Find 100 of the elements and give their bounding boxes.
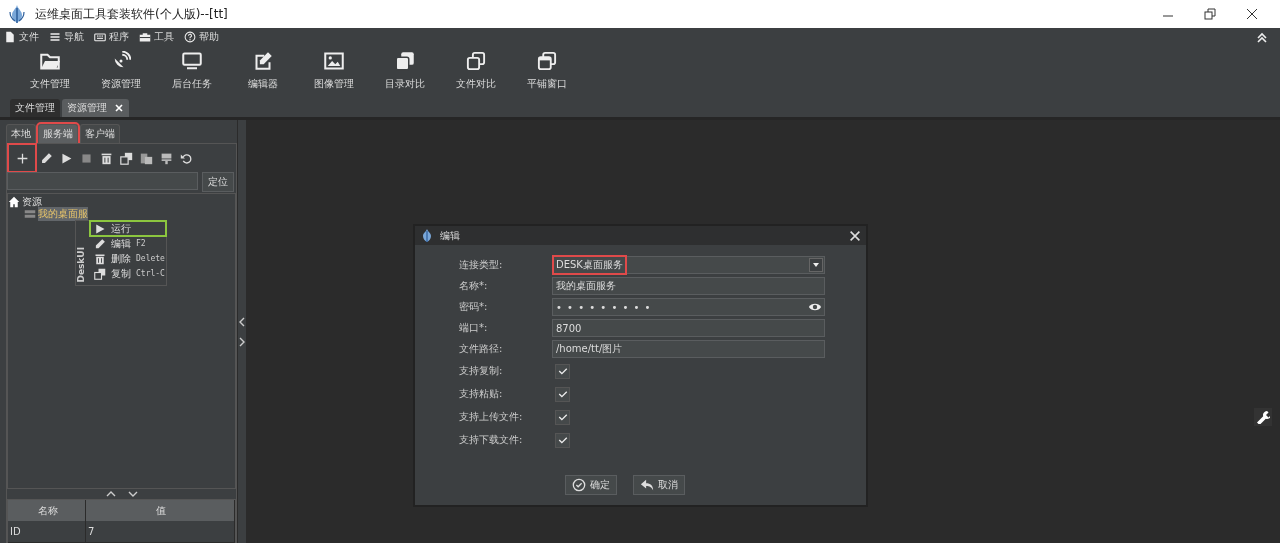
check-icon xyxy=(556,388,569,400)
app-logo xyxy=(7,4,27,24)
menu-item[interactable]: 运行 xyxy=(91,222,165,235)
table-cell: ID xyxy=(8,521,86,543)
expand-up-icon[interactable] xyxy=(105,490,116,498)
shortcut-text: Ctrl-C xyxy=(136,269,165,278)
image-icon xyxy=(323,51,344,71)
toolbar-button[interactable]: 目录对比 xyxy=(369,45,440,97)
copy-icon xyxy=(465,51,486,71)
menu-item[interactable]: 工具 xyxy=(139,29,174,44)
search-field[interactable] xyxy=(7,172,198,190)
reply-icon xyxy=(639,478,654,492)
file-icon xyxy=(4,30,16,43)
field-label: 端口*: xyxy=(459,321,489,335)
panel-tab[interactable]: 客户端 xyxy=(80,124,120,143)
field-label: 密码*: xyxy=(459,300,489,314)
check-icon xyxy=(556,434,569,446)
shortcut-text: F2 xyxy=(136,239,146,248)
menu-item[interactable]: 编辑 F2 xyxy=(91,237,165,250)
close-icon xyxy=(848,228,862,243)
column-header: 名称 xyxy=(8,500,86,522)
dialog-title: 编辑 xyxy=(440,228,461,243)
folder-icon xyxy=(39,51,60,71)
stop-icon xyxy=(80,151,93,165)
checkbox[interactable] xyxy=(555,363,570,379)
stamp-icon xyxy=(160,151,173,165)
document-tab[interactable]: 文件管理 xyxy=(10,99,60,117)
play-icon xyxy=(60,151,73,165)
input-field[interactable]: /home/tt/图片 xyxy=(552,340,825,358)
toolbar-button[interactable]: 平铺窗口 xyxy=(511,45,582,97)
toolbar-button[interactable]: 编辑器 xyxy=(227,45,298,97)
keyboard-icon xyxy=(94,30,106,43)
copy-icon xyxy=(94,267,106,280)
undo-icon xyxy=(180,151,193,165)
settings-button[interactable] xyxy=(1254,408,1272,426)
help-icon xyxy=(184,30,196,43)
collapse-right-icon[interactable] xyxy=(238,336,246,347)
menu-item[interactable]: 导航 xyxy=(49,29,84,44)
field-label: 支持复制: xyxy=(459,364,504,378)
check-circle-icon xyxy=(571,478,586,492)
menu-item[interactable]: 帮助 xyxy=(184,29,219,44)
menu-item[interactable]: 删除 Delete xyxy=(91,252,165,265)
input-field[interactable]: 8700 xyxy=(552,319,825,337)
pencil-icon xyxy=(40,151,53,165)
restore-button[interactable] xyxy=(1202,6,1218,22)
pencil-icon xyxy=(94,237,106,250)
toolbar-button[interactable]: 文件管理 xyxy=(14,45,85,97)
field-label: 支持粘贴: xyxy=(459,387,504,401)
trash-icon xyxy=(100,151,113,165)
checkbox[interactable] xyxy=(555,432,570,448)
menu-item[interactable]: 复制 Ctrl-C xyxy=(91,267,165,280)
trash-icon xyxy=(94,252,106,265)
check-icon xyxy=(556,411,569,423)
toolbar-button[interactable]: 图像管理 xyxy=(298,45,369,97)
field-label: 支持下载文件: xyxy=(459,433,524,447)
collapse-left-icon[interactable] xyxy=(238,316,246,327)
toolbar-button[interactable]: 文件对比 xyxy=(440,45,511,97)
menu-item[interactable]: 文件 xyxy=(4,29,39,44)
toolbar-button[interactable]: 资源管理 xyxy=(85,45,156,97)
close-icon[interactable] xyxy=(114,103,124,113)
table-cell: 7 xyxy=(86,521,235,543)
column-header: 值 xyxy=(86,500,235,522)
input-field[interactable]: 我的桌面服务 xyxy=(552,277,825,295)
field-label: 名称*: xyxy=(459,279,489,293)
field-label: 支持上传文件: xyxy=(459,410,524,424)
monitor-icon xyxy=(181,51,202,71)
check-icon xyxy=(556,365,569,377)
document-tab[interactable]: 资源管理 xyxy=(62,99,129,117)
panel-tab[interactable]: 服务端 xyxy=(38,124,78,143)
checkbox[interactable] xyxy=(555,409,570,425)
window-title: 运维桌面工具套装软件(个人版)--[tt] xyxy=(35,5,229,23)
dropdown[interactable]: DESK桌面服务 xyxy=(552,256,825,274)
dialog-button[interactable]: 确定 xyxy=(564,475,617,495)
close-button[interactable] xyxy=(848,228,862,243)
tree-item[interactable]: 资源 xyxy=(22,195,42,209)
copy-icon xyxy=(394,51,415,71)
menu-icon xyxy=(49,30,61,43)
expand-down-icon[interactable] xyxy=(127,490,138,498)
toolbar-button[interactable]: 后台任务 xyxy=(156,45,227,97)
dialog-button[interactable]: 取消 xyxy=(632,475,685,495)
play-icon xyxy=(94,222,106,235)
windows-icon xyxy=(536,51,557,71)
plus-icon xyxy=(15,151,29,165)
toolbar-button[interactable] xyxy=(9,145,35,171)
field-label: 文件路径: xyxy=(459,342,504,356)
panel-tab[interactable]: 本地 xyxy=(6,124,36,143)
collapse-icon[interactable] xyxy=(1256,30,1268,43)
field-label: 连接类型: xyxy=(459,258,504,272)
tree-item[interactable]: 我的桌面服 xyxy=(38,207,88,221)
menu-item[interactable]: 程序 xyxy=(94,29,129,44)
server-icon xyxy=(24,208,36,220)
home-icon xyxy=(8,196,20,208)
wrench-icon xyxy=(1256,410,1270,424)
paste-icon xyxy=(140,151,153,165)
menu-side-label: DeskUI xyxy=(76,247,87,283)
checkbox[interactable] xyxy=(555,386,570,402)
close-button[interactable] xyxy=(1244,6,1260,22)
locate-button[interactable]: 定位 xyxy=(202,172,234,192)
copy-icon xyxy=(120,151,133,165)
input-field[interactable]: • • • • • • • • • xyxy=(552,298,825,316)
